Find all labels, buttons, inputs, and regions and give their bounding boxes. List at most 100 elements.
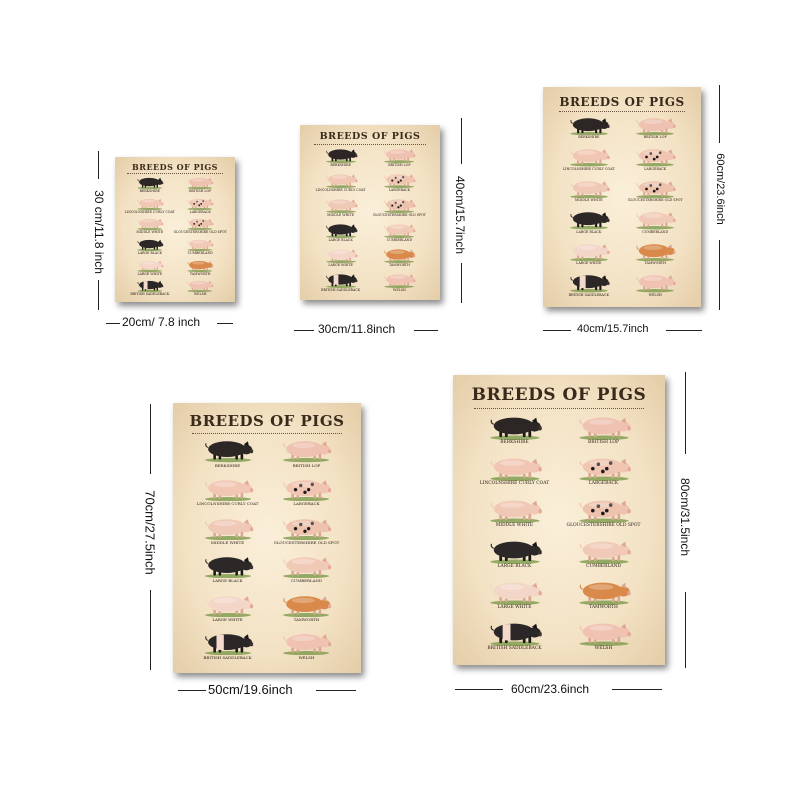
breed-label: LARGE BLACK [497, 563, 532, 569]
height-line-bottom [719, 240, 720, 310]
breed-label: MIDDLE WHITE [327, 213, 355, 218]
breed-label: LARGEBACK [644, 166, 667, 171]
width-line-right [217, 323, 233, 324]
breed-label: LARGE BLACK [328, 238, 353, 243]
title-divider [474, 408, 644, 410]
breed-label: LINCOLNSHIRE CURLY COAT [479, 481, 550, 487]
breed-label: BERKSHIRE [214, 462, 241, 468]
breed-label: BERKSHIRE [500, 440, 529, 446]
width-line-right [316, 690, 356, 691]
breed-label: LARGEBACK [293, 501, 320, 507]
breed-label: LINCOLNSHIRE CURLY COAT [562, 166, 615, 171]
breed-label: LARGEBACK [388, 188, 410, 193]
breed-label: TAMWORTH [293, 616, 320, 622]
poster-20x30: BREEDS OF PIGS BERKSHIRE BRITISH LOP LINCOL… [115, 157, 235, 302]
width-line-left [178, 690, 206, 691]
width-line-left [543, 330, 571, 331]
breed-label: LARGEBACK [189, 209, 211, 214]
breed-label: CUMBERLAND [187, 251, 213, 256]
breed-label: GLOUCESTERSHIRE OLD SPOT [566, 522, 641, 528]
height-line-bottom [98, 280, 99, 310]
poster-40x60: BREEDS OF PIGS BERKSHIRE BRITISH LOP LINCOL… [543, 87, 701, 307]
poster-30x40: BREEDS OF PIGS BERKSHIRE BRITISH LOP LINCOL… [300, 125, 440, 300]
breed-label: BRITISH SADDLEBACK [203, 655, 252, 661]
breed-label: BERKSHIRE [578, 135, 600, 140]
title-divider [558, 110, 686, 112]
title-divider [314, 143, 426, 145]
breed-label: BRITISH LOP [189, 188, 212, 193]
height-line-bottom [685, 592, 686, 668]
height-line-top [461, 118, 462, 164]
breed-label: BRITISH LOP [643, 135, 667, 140]
breed-label: CUMBERLAND [290, 578, 323, 584]
width-label: 40cm/15.7inch [577, 323, 649, 335]
breed-label: CUMBERLAND [642, 229, 669, 234]
breed-label: LINCOLNSHIRE CURLY COAT [124, 209, 175, 214]
breed-label: BRITISH SADDLEBACK [130, 292, 170, 297]
breed-label: LARGE WHITE [212, 616, 243, 622]
breed-label: TAMWORTH [644, 261, 666, 266]
poster-title: BREEDS OF PIGS [319, 131, 421, 143]
poster-title: BREEDS OF PIGS [471, 385, 647, 406]
width-label: 20cm/ 7.8 inch [122, 315, 201, 329]
breed-label: BERKSHIRE [330, 163, 351, 168]
breed-label: WELSH [393, 288, 406, 293]
width-line-left [455, 689, 503, 690]
breed-label: MIDDLE WHITE [574, 198, 603, 203]
breed-label: TAMWORTH [189, 271, 211, 276]
breed-label: LARGEBACK [588, 481, 619, 487]
breed-label: LARGE WHITE [328, 263, 353, 268]
height-line-top [150, 404, 151, 474]
breed-label: BRITISH LOP [292, 462, 321, 468]
breed-label: MIDDLE WHITE [495, 522, 534, 528]
breed-label: BRITISH SADDLEBACK [487, 646, 542, 652]
poster-title: BREEDS OF PIGS [189, 412, 345, 431]
breed-label: WELSH [594, 646, 613, 652]
breed-label: LARGE BLACK [576, 229, 602, 234]
height-label: 80cm/31.5inch [678, 477, 692, 557]
breed-label: LARGE BLACK [137, 251, 162, 256]
breed-label: LARGE WHITE [137, 271, 163, 276]
breed-label: LARGE BLACK [212, 578, 243, 584]
title-divider [191, 432, 343, 434]
poster-50x70: BREEDS OF PIGS BERKSHIRE BRITISH LOP LINCOL… [173, 403, 361, 673]
breed-label: CUMBERLAND [386, 238, 413, 243]
breed-label: GLOUCESTERSHIRE OLD SPOT [372, 213, 426, 218]
width-label: 60cm/23.6inch [511, 682, 590, 696]
breed-label: TAMWORTH [389, 263, 410, 268]
height-label: 70cm/27.5inch [142, 490, 158, 575]
width-line-right [612, 689, 662, 690]
breed-label: BRITISH LOP [388, 163, 411, 168]
height-line-top [685, 372, 686, 454]
width-line-left [294, 330, 314, 331]
breed-label: WELSH [648, 292, 662, 297]
breed-label: BRITISH SADDLEBACK [321, 288, 361, 293]
title-divider [127, 172, 223, 174]
breed-label: MIDDLE WHITE [210, 539, 245, 545]
width-line-left [106, 323, 120, 324]
breed-label: CUMBERLAND [585, 563, 622, 569]
breed-label: LINCOLNSHIRE CURLY COAT [315, 188, 366, 193]
breed-label: WELSH [298, 655, 315, 661]
height-line-bottom [150, 590, 151, 670]
width-line-right [414, 330, 438, 331]
poster-60x80: BREEDS OF PIGS BERKSHIRE BRITISH LOP LINCOL… [453, 375, 665, 665]
breed-label: BRITISH LOP [588, 440, 619, 446]
breed-label: MIDDLE WHITE [136, 230, 164, 235]
height-label: 40cm/15.7inch [453, 175, 467, 255]
width-label: 50cm/19.6inch [208, 682, 293, 697]
breed-label: GLOUCESTERSHIRE OLD SPOT [173, 230, 227, 235]
breed-label: LARGE WHITE [497, 604, 532, 610]
breed-label: LINCOLNSHIRE CURLY COAT [196, 501, 259, 507]
height-label: 30 cm/11.8 inch [92, 190, 106, 274]
height-line-bottom [461, 263, 462, 303]
breed-label: BERKSHIRE [139, 188, 160, 193]
poster-title: BREEDS OF PIGS [559, 94, 685, 109]
breed-label: LARGE WHITE [576, 261, 602, 266]
breed-label: GLOUCESTERSHIRE OLD SPOT [627, 198, 683, 203]
breed-label: TAMWORTH [589, 604, 618, 610]
width-label: 30cm/11.8inch [318, 322, 396, 336]
breed-label: GLOUCESTERSHIRE OLD SPOT [273, 539, 340, 545]
breed-label: WELSH [193, 292, 207, 297]
width-line-right [666, 330, 702, 331]
